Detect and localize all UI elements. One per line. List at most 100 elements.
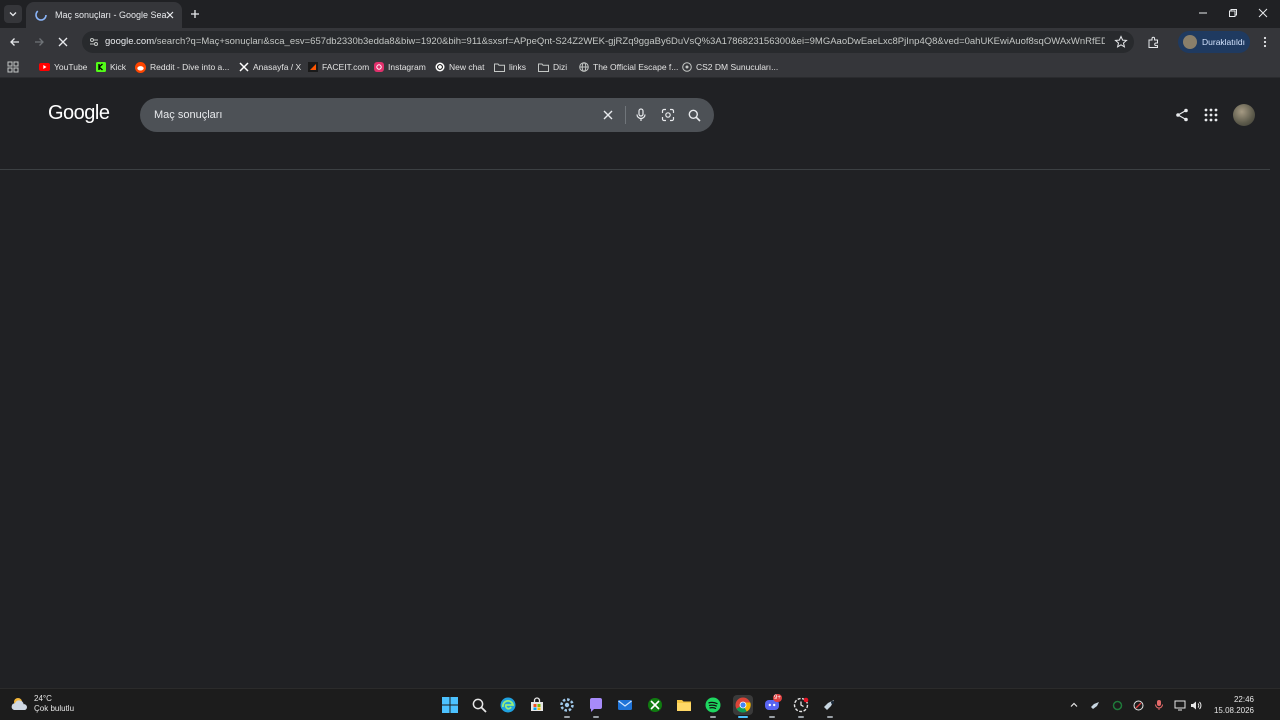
google-logo[interactable]: Google [48,102,110,125]
status-dot-icon [1112,700,1122,710]
search-input[interactable]: Maç sonuçları [154,109,222,121]
weather-widget[interactable]: 24°C Çok bulutlu [10,694,74,714]
taskbar-xbox[interactable] [645,695,665,715]
restore-icon [1229,9,1237,17]
bookmark-folder-links[interactable]: links [494,60,526,74]
close-icon [166,11,174,19]
stop-loading-button[interactable] [54,33,72,51]
bookmark-reddit[interactable]: Reddit - Dive into a... [135,60,229,74]
kick-icon [95,62,106,73]
bookmark-new-chat[interactable]: New chat [434,60,484,74]
bookmark-cs2-dm[interactable]: CS2 DM Sunucuları... [681,60,778,74]
instagram-icon [373,62,384,73]
search-box[interactable]: Maç sonuçları [140,98,714,132]
active-tab[interactable]: Maç sonuçları - Google Search [26,2,182,28]
tab-search-button[interactable] [4,5,22,23]
running-indicator [798,716,804,718]
taskbar-discord[interactable]: 9+ [762,694,782,718]
taskbar-search-button[interactable] [469,695,489,715]
taskbar-chat-app[interactable] [586,695,606,718]
url-text: google.com/search?q=Maç+sonuçları&sca_es… [105,36,1105,47]
voice-search-button[interactable] [633,107,649,123]
running-indicator [738,716,748,718]
bookmark-x[interactable]: Anasayfa / X [238,60,301,74]
lens-search-button[interactable] [660,107,676,123]
weather-temperature: 24°C [34,694,52,703]
clock-time: 22:46 [1233,695,1254,704]
tab-strip: Maç sonuçları - Google Search [0,0,1280,28]
taskbar-chrome[interactable] [733,695,753,718]
bookmark-label: The Official Escape f... [593,62,679,72]
clock-icon [793,697,809,713]
bookmarks-bar: YouTube Kick Reddit - Dive into a... Ana… [0,56,1280,78]
bookmark-star-icon[interactable] [1114,35,1128,49]
clear-search-button[interactable] [600,107,616,123]
windows-taskbar: 24°C Çok bulutlu 9+ 22:46 15.08.2026 [0,688,1280,720]
bookmark-escape[interactable]: The Official Escape f... [578,60,678,74]
taskbar-outlook[interactable] [615,695,635,715]
profile-chip[interactable]: Duraklatıldı [1178,31,1250,53]
bookmark-faceit[interactable]: FACEIT.com [307,60,369,74]
bookmark-label: links [509,62,527,72]
share-icon[interactable] [1174,107,1190,123]
bookmark-label: YouTube [54,62,88,72]
mail-icon [618,700,632,710]
bookmark-label: FACEIT.com [322,62,370,72]
taskbar-settings-app[interactable] [557,695,577,718]
bookmark-label: Instagram [388,62,426,72]
folder-icon [494,62,505,73]
tray-app-green[interactable] [1110,698,1124,712]
cloud-icon [11,698,27,710]
forward-button[interactable] [30,33,48,51]
avatar[interactable] [1233,104,1255,126]
start-button[interactable] [440,695,460,715]
extensions-button[interactable] [1144,33,1162,51]
search-icon [472,698,487,713]
tray-overflow-button[interactable] [1067,698,1081,712]
back-button[interactable] [6,33,24,51]
apps-grid-icon[interactable] [6,60,20,74]
site-info-button[interactable] [87,35,101,49]
taskbar-clock-app[interactable] [791,695,811,718]
taskbar-file-explorer[interactable] [674,695,694,715]
new-tab-button[interactable] [187,6,203,22]
bookmark-youtube[interactable]: YouTube [39,60,87,74]
taskbar-store[interactable] [527,695,547,715]
tray-app-red[interactable] [1131,698,1145,712]
google-apps-icon[interactable] [1203,107,1219,123]
tray-network[interactable] [1173,698,1187,712]
minimize-button[interactable] [1192,4,1214,22]
bookmark-label: Dizi [553,62,568,72]
system-clock[interactable]: 22:46 15.08.2026 [1208,694,1254,716]
restore-button[interactable] [1222,4,1244,22]
running-indicator [710,716,716,718]
bookmark-folder-dizi[interactable]: Dizi [538,60,567,74]
youtube-icon [39,62,50,73]
taskbar-spotify[interactable] [703,695,723,718]
url-path: /search?q=Maç+sonuçları&sca_esv=657db233… [154,36,1105,47]
microphone-icon [636,108,646,121]
chatgpt-icon [434,62,445,73]
bookmark-kick[interactable]: Kick [95,60,126,74]
avatar [1183,35,1197,49]
bookmark-instagram[interactable]: Instagram [373,60,426,74]
folder-icon [677,700,691,711]
tray-volume[interactable] [1189,698,1203,712]
taskbar-steam[interactable] [820,695,840,718]
bookmark-label: Reddit - Dive into a... [150,62,230,72]
taskbar-edge[interactable] [498,695,518,715]
divider [625,106,626,124]
address-bar[interactable]: google.com/search?q=Maç+sonuçları&sca_es… [82,31,1134,53]
close-window-button[interactable] [1252,4,1274,22]
close-icon [1258,8,1268,18]
tray-steam[interactable] [1088,698,1102,712]
browser-menu-button[interactable] [1256,33,1274,51]
search-button[interactable] [686,107,702,123]
running-indicator [827,716,833,718]
divider [0,169,1270,170]
tray-microphone[interactable] [1152,698,1166,712]
steam-icon [1090,701,1099,709]
profile-status-label: Duraklatıldı [1202,37,1245,47]
clock-date: 15.08.2026 [1213,706,1254,715]
tab-close-button[interactable] [164,9,176,21]
